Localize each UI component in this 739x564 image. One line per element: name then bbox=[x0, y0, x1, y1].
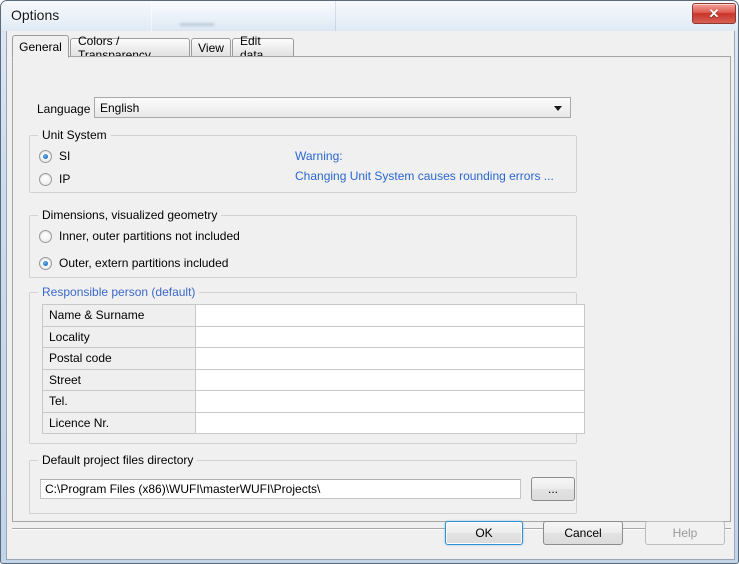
row-label-name-surname: Name & Surname bbox=[43, 305, 196, 327]
row-input-licence-nr[interactable] bbox=[196, 412, 585, 434]
row-input-street[interactable] bbox=[196, 369, 585, 391]
help-button: Help bbox=[645, 521, 725, 545]
close-button[interactable]: ✕ bbox=[692, 3, 736, 24]
language-selected-value: English bbox=[100, 100, 140, 115]
titlebar: Options ✕ bbox=[1, 1, 738, 31]
responsible-person-table: Name & Surname Locality Postal code Stre… bbox=[42, 304, 585, 434]
radio-option-ip[interactable]: IP bbox=[39, 172, 70, 186]
table-row: Postal code bbox=[43, 348, 585, 370]
project-directory-legend: Default project files directory bbox=[38, 453, 198, 467]
radio-outer-extern-indicator[interactable] bbox=[39, 256, 52, 270]
table-row: Locality bbox=[43, 326, 585, 348]
ok-button-label: OK bbox=[475, 526, 493, 540]
cancel-button[interactable]: Cancel bbox=[543, 521, 623, 545]
chevron-down-icon bbox=[554, 105, 562, 111]
radio-ip-label: IP bbox=[59, 172, 71, 186]
browse-directory-button[interactable]: ... bbox=[531, 477, 575, 501]
row-input-tel[interactable] bbox=[196, 391, 585, 413]
tab-general-label: General bbox=[19, 39, 62, 54]
unit-system-group: Unit System SI IP Warning: Changing Unit… bbox=[29, 128, 577, 193]
row-label-tel: Tel. bbox=[43, 391, 196, 413]
cancel-button-label: Cancel bbox=[564, 526, 602, 540]
radio-option-outer-extern-included[interactable]: Outer, extern partitions included bbox=[39, 256, 228, 270]
tab-panel-general: Language English Unit System SI IP Warni… bbox=[12, 56, 731, 522]
project-directory-input[interactable]: C:\Program Files (x86)\WUFI\masterWUFI\P… bbox=[40, 479, 521, 499]
language-label: Language bbox=[37, 102, 91, 116]
project-directory-group: Default project files directory C:\Progr… bbox=[29, 453, 577, 514]
unit-system-warning-text: Changing Unit System causes rounding err… bbox=[295, 169, 554, 183]
responsible-person-legend: Responsible person (default) bbox=[38, 285, 200, 299]
unit-system-legend: Unit System bbox=[38, 128, 111, 142]
row-label-locality: Locality bbox=[43, 326, 196, 348]
options-dialog-window: Options ✕ General Colors / Transparency … bbox=[0, 0, 739, 564]
row-input-name-surname[interactable] bbox=[196, 305, 585, 327]
responsible-person-group: Responsible person (default) Name & Surn… bbox=[29, 285, 585, 444]
row-label-postal-code: Postal code bbox=[43, 348, 196, 370]
tab-strip: General Colors / Transparency View Edit … bbox=[12, 34, 731, 62]
row-input-locality[interactable] bbox=[196, 326, 585, 348]
table-row: Name & Surname bbox=[43, 305, 585, 327]
radio-option-inner-outer-not-included[interactable]: Inner, outer partitions not included bbox=[39, 229, 240, 243]
row-label-licence-nr: Licence Nr. bbox=[43, 412, 196, 434]
dimensions-group: Dimensions, visualized geometry Inner, o… bbox=[29, 208, 577, 278]
radio-inner-outer-label: Inner, outer partitions not included bbox=[59, 229, 240, 243]
table-row: Licence Nr. bbox=[43, 412, 585, 434]
tab-colors-transparency[interactable]: Colors / Transparency bbox=[70, 34, 190, 62]
radio-si-label: SI bbox=[59, 149, 71, 163]
tab-edit-data[interactable]: Edit data bbox=[232, 34, 294, 62]
window-title: Options bbox=[11, 7, 60, 23]
dimensions-legend: Dimensions, visualized geometry bbox=[38, 208, 222, 222]
radio-si-indicator[interactable] bbox=[39, 149, 52, 163]
ok-button[interactable]: OK bbox=[445, 521, 523, 545]
browse-directory-label: ... bbox=[547, 482, 558, 496]
table-row: Tel. bbox=[43, 391, 585, 413]
tab-view-label: View bbox=[198, 40, 224, 55]
tab-general[interactable]: General bbox=[12, 35, 69, 58]
radio-inner-outer-indicator[interactable] bbox=[39, 229, 52, 243]
row-label-street: Street bbox=[43, 369, 196, 391]
row-input-postal-code[interactable] bbox=[196, 348, 585, 370]
table-row: Street bbox=[43, 369, 585, 391]
help-button-label: Help bbox=[672, 526, 698, 540]
unit-system-warning-title: Warning: bbox=[295, 149, 343, 163]
tab-view[interactable]: View bbox=[191, 38, 231, 57]
footer-divider bbox=[12, 528, 731, 530]
dialog-client-area: General Colors / Transparency View Edit … bbox=[6, 31, 735, 560]
close-icon: ✕ bbox=[708, 6, 720, 21]
radio-ip-indicator[interactable] bbox=[39, 172, 52, 186]
radio-option-si[interactable]: SI bbox=[39, 149, 70, 163]
radio-outer-extern-label: Outer, extern partitions included bbox=[59, 256, 229, 270]
language-select[interactable]: English bbox=[94, 97, 571, 118]
